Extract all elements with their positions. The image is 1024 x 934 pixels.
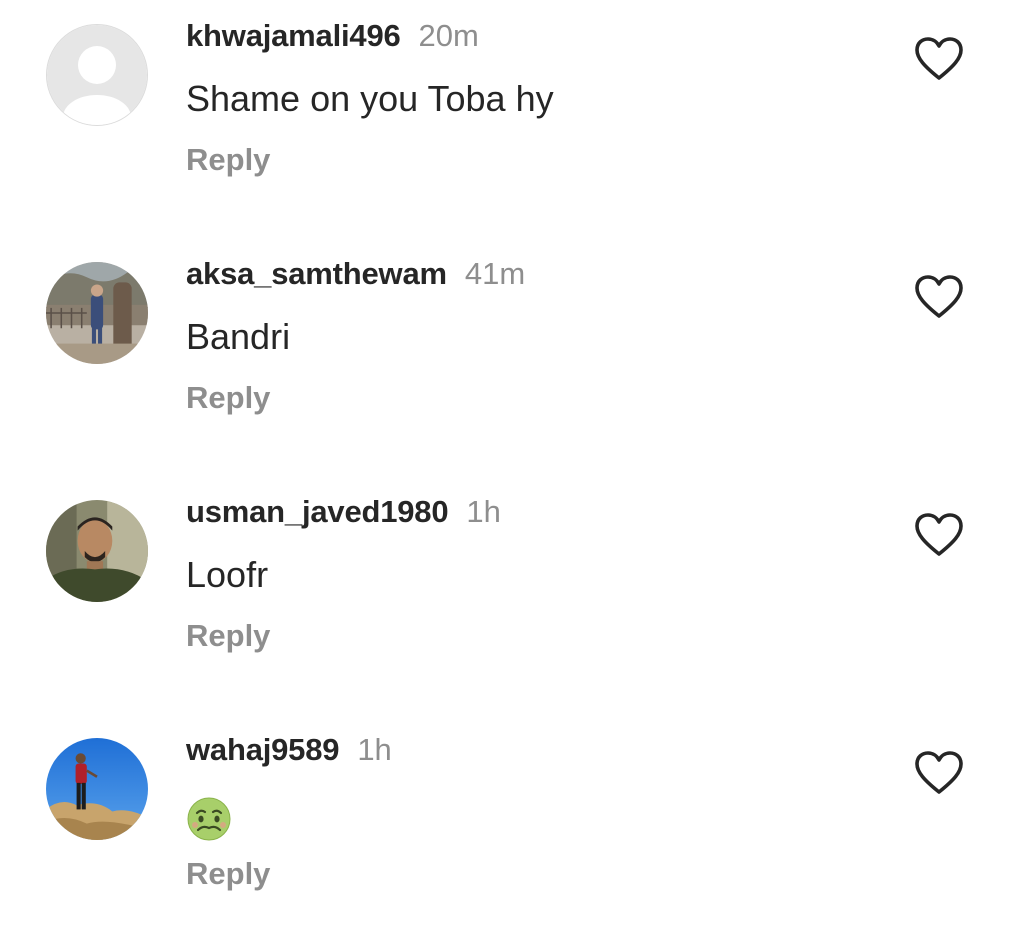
comment-item: usman_javed1980 1h Loofr Reply [0, 476, 1024, 696]
timestamp: 1h [466, 494, 501, 529]
like-button[interactable] [914, 512, 964, 558]
comment-meta: khwajamali496 20m [186, 18, 479, 58]
like-button[interactable] [914, 36, 964, 82]
reply-button[interactable]: Reply [186, 856, 270, 892]
photo-avatar-icon [46, 262, 148, 364]
comment-item: aksa_samthewam 41m Bandri Reply [0, 238, 1024, 458]
heart-outline-icon [915, 37, 963, 80]
avatar[interactable] [46, 262, 148, 364]
default-avatar-icon [47, 25, 147, 125]
comment-meta: wahaj9589 1h [186, 732, 392, 772]
comment-item: khwajamali496 20m Shame on you Toba hy R… [0, 0, 1024, 220]
avatar[interactable] [46, 738, 148, 840]
username[interactable]: aksa_samthewam [186, 256, 447, 292]
comment-item: wahaj9589 1h Reply [0, 714, 1024, 934]
username[interactable]: usman_javed1980 [186, 494, 449, 530]
timestamp: 20m [418, 18, 479, 53]
username[interactable]: khwajamali496 [186, 18, 401, 54]
heart-outline-icon [915, 513, 963, 556]
avatar[interactable] [46, 500, 148, 602]
comment-text [186, 792, 232, 842]
comment-text: Loofr [186, 554, 269, 595]
photo-avatar-icon [46, 738, 148, 840]
timestamp: 41m [464, 256, 526, 291]
like-button[interactable] [914, 750, 964, 796]
reply-button[interactable]: Reply [186, 380, 270, 416]
avatar[interactable] [46, 24, 148, 126]
comment-text: Shame on you Toba hy [186, 78, 554, 119]
nauseated-face-emoji [187, 797, 231, 841]
comment-meta: aksa_samthewam 41m [186, 256, 525, 296]
reply-button[interactable]: Reply [186, 142, 270, 178]
timestamp: 1h [357, 732, 392, 767]
photo-avatar-icon [46, 500, 148, 602]
comment-meta: usman_javed1980 1h [186, 494, 501, 534]
heart-outline-icon [915, 275, 963, 318]
comment-text: Bandri [186, 316, 291, 357]
reply-button[interactable]: Reply [186, 618, 270, 654]
like-button[interactable] [914, 274, 964, 320]
username[interactable]: wahaj9589 [186, 732, 340, 768]
heart-outline-icon [915, 751, 963, 794]
